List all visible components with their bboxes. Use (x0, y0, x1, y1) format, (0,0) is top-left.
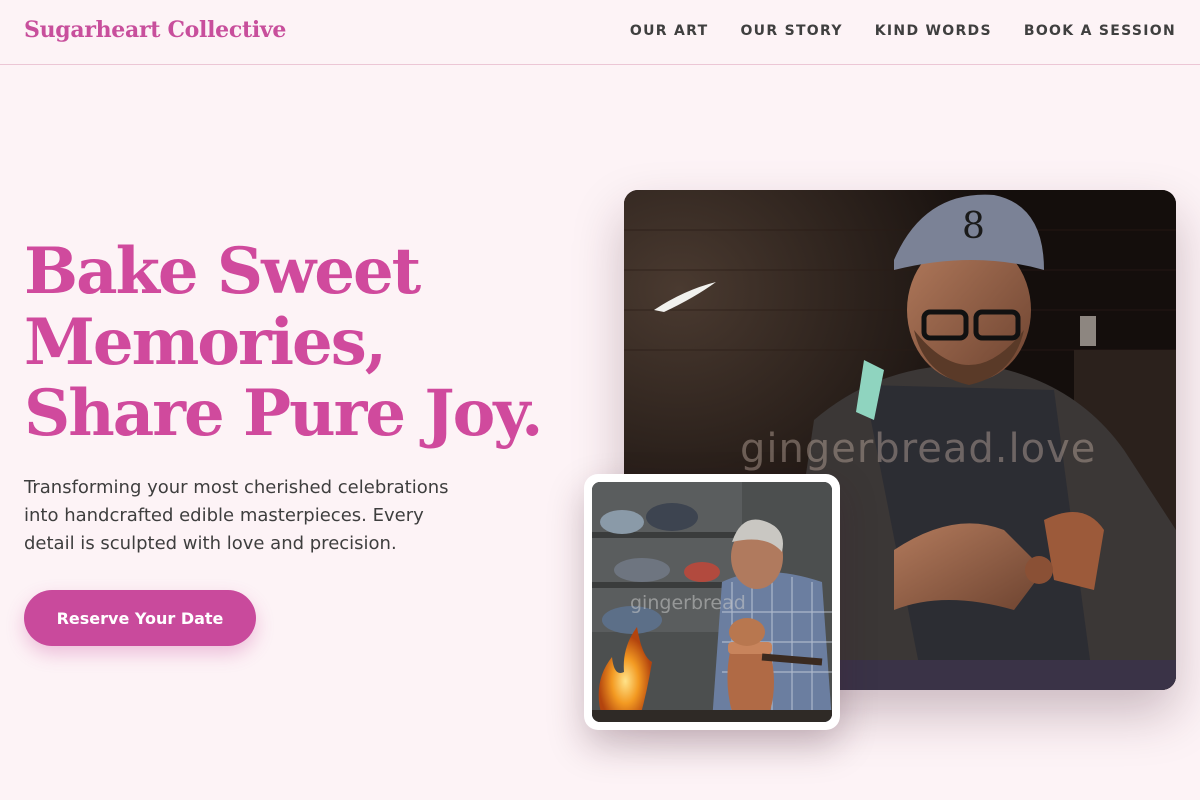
hero-title-line-1: Bake Sweet (24, 234, 421, 309)
nav-book-a-session[interactable]: BOOK A SESSION (1024, 23, 1176, 39)
inset-photo-frame: gingerbread (592, 482, 832, 722)
brand-logo[interactable]: Sugarheart Collective (24, 17, 286, 43)
nav-our-art[interactable]: OUR ART (630, 23, 709, 39)
hero-title: Bake Sweet Memories, Share Pure Joy. (24, 236, 584, 449)
svg-text:8: 8 (962, 206, 985, 247)
nav-kind-words[interactable]: KIND WORDS (875, 23, 992, 39)
hero-inset-photo: gingerbread (584, 474, 840, 730)
reserve-date-button[interactable]: Reserve Your Date (24, 590, 256, 646)
main-nav: OUR ART OUR STORY KIND WORDS BOOK A SESS… (630, 23, 1176, 39)
inset-photo-watermark: gingerbread (630, 592, 746, 614)
hero-title-line-3: Share Pure Joy. (24, 376, 543, 451)
main-photo-watermark: gingerbread.love (740, 426, 1097, 472)
hero-description: Transforming your most cherished celebra… (24, 477, 449, 554)
site-header: Sugarheart Collective OUR ART OUR STORY … (0, 0, 1200, 65)
hero-title-line-2: Memories, (24, 305, 387, 380)
nav-our-story[interactable]: OUR STORY (740, 23, 842, 39)
